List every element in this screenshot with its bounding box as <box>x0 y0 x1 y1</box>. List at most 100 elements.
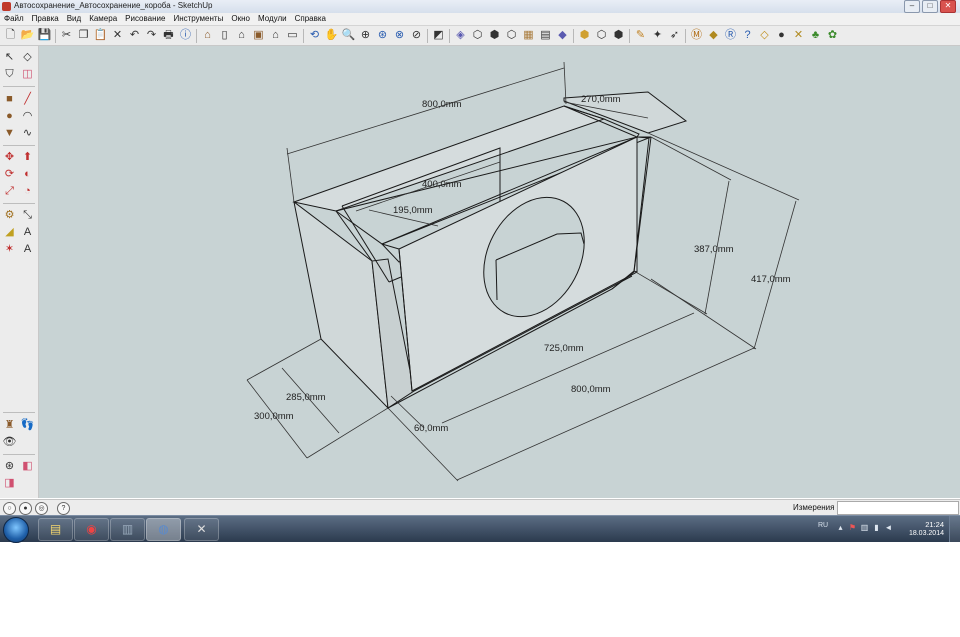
dimension-icon[interactable]: ⤡ <box>20 208 35 223</box>
text-icon[interactable]: A <box>20 225 35 240</box>
back-view-icon[interactable]: ⌂ <box>268 28 283 43</box>
plugin-flower-icon[interactable]: ✿ <box>825 28 840 43</box>
move-icon[interactable]: ✥ <box>2 150 17 165</box>
shaded-icon[interactable]: ⬡ <box>504 28 519 43</box>
menu-edit[interactable]: Правка <box>28 13 63 25</box>
show-desktop-button[interactable] <box>949 516 960 542</box>
geo-location-icon[interactable]: ○ <box>3 502 16 515</box>
line-icon[interactable]: ╱ <box>20 92 35 107</box>
start-button[interactable] <box>3 517 29 543</box>
make-component-icon[interactable]: ◇ <box>20 50 35 65</box>
menu-view[interactable]: Вид <box>63 13 85 25</box>
section-cut-icon[interactable]: ◨ <box>2 476 17 491</box>
iso-view-icon[interactable]: ⌂ <box>200 28 215 43</box>
select-icon[interactable]: ↖ <box>2 50 17 65</box>
look-around-tool-icon[interactable]: 👁 <box>2 435 17 450</box>
monochrome-icon[interactable]: ▤ <box>538 28 553 43</box>
network-icon[interactable]: ▥ <box>860 523 869 532</box>
open-icon[interactable]: 📂 <box>20 28 35 43</box>
scale-icon[interactable]: ⤢ <box>2 184 17 199</box>
sphere-icon[interactable]: ● <box>774 28 789 43</box>
copy-icon[interactable]: ❐ <box>76 28 91 43</box>
maximize-button[interactable]: □ <box>922 0 938 13</box>
3d-text-icon[interactable]: A <box>20 242 35 257</box>
polygon-icon[interactable]: ▼ <box>2 126 17 141</box>
styles-icon[interactable]: ◆ <box>555 28 570 43</box>
menu-file[interactable]: Файл <box>0 13 28 25</box>
explorer-task-icon[interactable]: ▤ <box>38 518 73 541</box>
menu-camera[interactable]: Камера <box>85 13 121 25</box>
close-button[interactable]: ✕ <box>940 0 956 13</box>
circle-icon[interactable]: ● <box>2 109 17 124</box>
plugin-r-icon[interactable]: Ⓡ <box>723 28 738 43</box>
push-pull-icon[interactable]: ⬆ <box>20 150 35 165</box>
plugin-x-icon[interactable]: ✕ <box>791 28 806 43</box>
look-around-icon[interactable]: ➶ <box>667 28 682 43</box>
model-info-icon[interactable]: ⓘ <box>178 28 193 43</box>
top-view-icon[interactable]: ▯ <box>217 28 232 43</box>
previous-view-icon[interactable]: ⊗ <box>392 28 407 43</box>
redo-icon[interactable]: ↷ <box>144 28 159 43</box>
materials-icon[interactable]: ⬡ <box>594 28 609 43</box>
section-display-icon[interactable]: ◧ <box>20 459 35 474</box>
xray-icon[interactable]: ◈ <box>453 28 468 43</box>
print-icon[interactable]: 🖶 <box>161 28 176 43</box>
left-view-icon[interactable]: ▭ <box>285 28 300 43</box>
flag-icon[interactable]: ⚑ <box>848 523 857 532</box>
measurements-input[interactable] <box>837 501 959 515</box>
footsteps-icon[interactable]: 👣 <box>20 418 35 433</box>
menu-window[interactable]: Окно <box>227 13 254 25</box>
plugin-tree-icon[interactable]: ♣ <box>808 28 823 43</box>
section-plane-icon[interactable]: ◩ <box>431 28 446 43</box>
paint-icon[interactable]: ⬢ <box>611 28 626 43</box>
zoom-icon[interactable]: 🔍 <box>341 28 356 43</box>
right-view-icon[interactable]: ▣ <box>251 28 266 43</box>
wireframe-icon[interactable]: ⬡ <box>470 28 485 43</box>
user-icon[interactable]: ◎ <box>35 502 48 515</box>
offset-icon[interactable]: ◔ <box>20 184 35 199</box>
chrome-task-icon[interactable]: ◉ <box>74 518 109 541</box>
hidden-line-icon[interactable]: ⬢ <box>487 28 502 43</box>
undo-icon[interactable]: ↶ <box>127 28 142 43</box>
pan-icon[interactable]: ✋ <box>324 28 339 43</box>
zoom-extents-icon[interactable]: ⊛ <box>375 28 390 43</box>
front-view-icon[interactable]: ⌂ <box>234 28 249 43</box>
new-icon[interactable]: 🗋 <box>3 28 18 43</box>
menu-help[interactable]: Справка <box>291 13 330 25</box>
position-camera-icon[interactable]: ✦ <box>650 28 665 43</box>
section-tool-icon[interactable]: ⊛ <box>2 459 17 474</box>
tag-icon[interactable]: ◆ <box>706 28 721 43</box>
model-viewport[interactable]: 800,0mm 270,0mm 400,0mm 195,0mm 387,0mm … <box>39 46 960 498</box>
arc-icon[interactable]: ◠ <box>20 109 35 124</box>
document-task-icon[interactable]: ▥ <box>110 518 145 541</box>
rotate-icon[interactable]: ⟳ <box>2 167 17 182</box>
menu-tools[interactable]: Инструменты <box>169 13 227 25</box>
rectangle-icon[interactable]: ■ <box>2 92 17 107</box>
credits-icon[interactable]: ● <box>19 502 32 515</box>
menu-plugins[interactable]: Модули <box>254 13 291 25</box>
components-icon[interactable]: ⬢ <box>577 28 592 43</box>
help-icon[interactable]: ? <box>740 28 755 43</box>
zoom-window-icon[interactable]: ⊕ <box>358 28 373 43</box>
arrow-up-icon[interactable]: ▴ <box>836 523 845 532</box>
orbit-icon[interactable]: ⟲ <box>307 28 322 43</box>
save-icon[interactable]: 💾 <box>37 28 52 43</box>
plugin-tag-icon[interactable]: ◇ <box>757 28 772 43</box>
sketchup-task-icon[interactable]: ◍ <box>146 518 181 541</box>
tape-measure-icon[interactable]: ⚙ <box>2 208 17 223</box>
axes-icon[interactable]: ✶ <box>2 242 17 257</box>
erase-icon[interactable]: ✕ <box>110 28 125 43</box>
next-view-icon[interactable]: ⊘ <box>409 28 424 43</box>
paint-bucket-icon[interactable]: ⛉ <box>2 67 17 82</box>
eraser-icon[interactable]: ◫ <box>20 67 35 82</box>
minimize-button[interactable]: – <box>904 0 920 13</box>
paste-icon[interactable]: 📋 <box>93 28 108 43</box>
signal-icon[interactable]: ▮ <box>872 523 881 532</box>
menu-draw[interactable]: Рисование <box>121 13 169 25</box>
clock-time[interactable]: 21:24 <box>925 520 944 529</box>
language-indicator[interactable]: RU <box>818 522 828 529</box>
shaded-textures-icon[interactable]: ▦ <box>521 28 536 43</box>
tools-task-icon[interactable]: ✕ <box>184 518 219 541</box>
walk-icon[interactable]: ✎ <box>633 28 648 43</box>
protractor-icon[interactable]: ◢ <box>2 225 17 240</box>
